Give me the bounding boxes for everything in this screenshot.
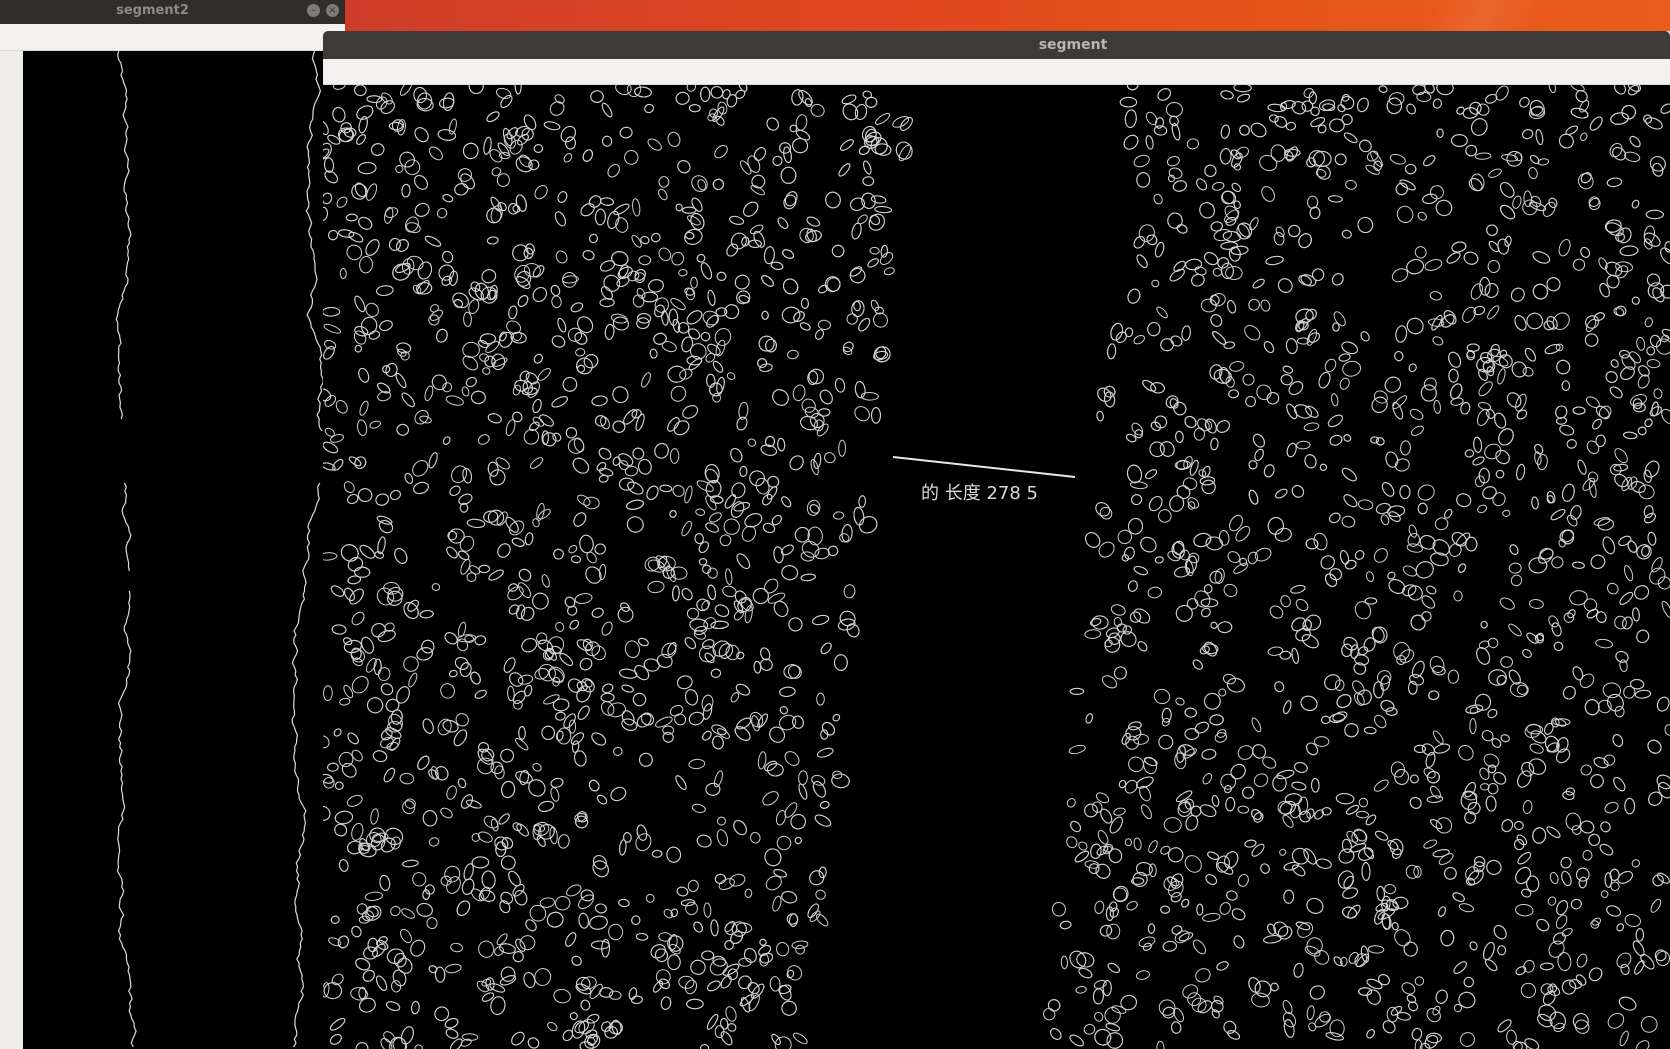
segment2-image-canvas[interactable] [23, 51, 345, 1049]
segment-toolbar [323, 59, 1670, 85]
close-icon[interactable]: × [326, 4, 339, 17]
minimize-icon[interactable]: – [307, 4, 320, 17]
measurement-label: 的 长度 278 5 [921, 483, 1038, 504]
segment2-window: segment2 – × [0, 0, 345, 1049]
segment-window: segment 的 长度 278 5 [323, 31, 1670, 1049]
segment-image-canvas[interactable]: 的 长度 278 5 [323, 85, 1670, 1049]
segment2-titlebar[interactable]: segment2 – × [0, 0, 345, 25]
texture-edges [323, 85, 1670, 1049]
measurement-line [892, 456, 1076, 478]
segment2-toolbar [0, 24, 345, 51]
window-title: segment [1038, 37, 1108, 53]
edge-image-texture: 的 长度 278 5 [323, 85, 1670, 1049]
window-title: segment2 [116, 3, 189, 18]
segment-titlebar[interactable]: segment [323, 31, 1670, 59]
edge-image-narrow [115, 51, 324, 1048]
